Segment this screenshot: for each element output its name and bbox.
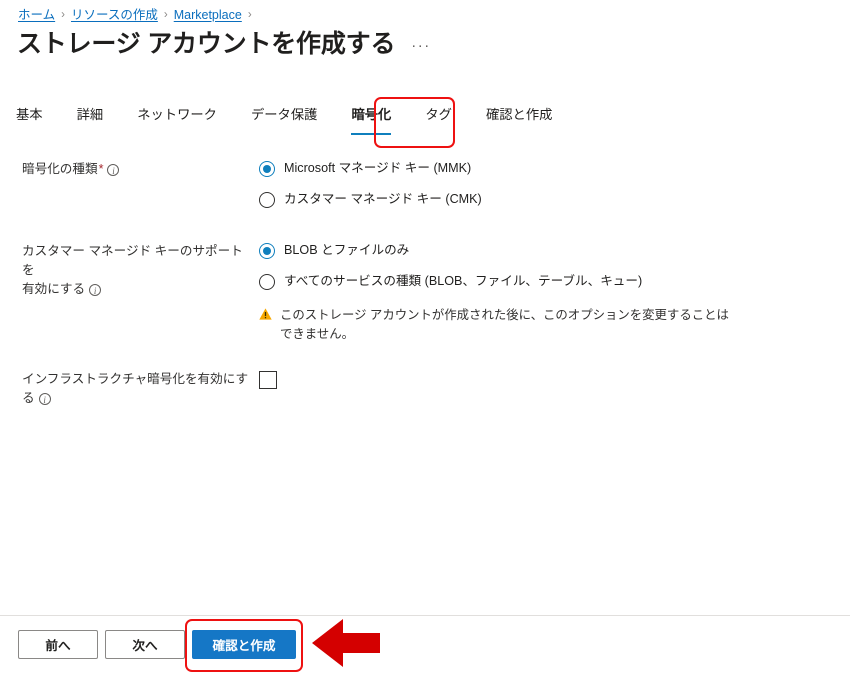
tab-advanced[interactable]: 詳細: [77, 100, 104, 128]
tab-label: 基本: [16, 107, 43, 122]
field-label-infrastructure-encryption: インフラストラクチャ暗号化を有効にす るi: [0, 370, 250, 408]
radio-customer-managed-key[interactable]: カスタマー マネージド キー (CMK): [259, 191, 850, 208]
tab-bar: 基本 詳細 ネットワーク データ保護 暗号化 タグ 確認と作成: [16, 100, 552, 140]
tab-label: データ保護: [250, 107, 318, 122]
required-asterisk: *: [98, 162, 104, 176]
field-infrastructure-encryption: インフラストラクチャ暗号化を有効にす るi: [0, 370, 850, 408]
footer-action-bar: 前へ 次へ 確認と作成: [0, 616, 850, 676]
radio-group-encryption-type: Microsoft マネージド キー (MMK) カスタマー マネージド キー …: [250, 160, 850, 208]
tab-label: タグ: [425, 107, 452, 122]
previous-button[interactable]: 前へ: [18, 630, 98, 659]
radio-mark: [259, 242, 275, 259]
breadcrumb-separator: ›: [163, 9, 168, 21]
checkbox-container-infrastructure-encryption: [250, 370, 850, 389]
field-cmk-support: カスタマー マネージド キーのサポートを 有効にする i BLOB とファイルのみ…: [0, 242, 850, 344]
radio-mark: [259, 191, 275, 208]
radio-mark: [259, 160, 275, 177]
label-text-line2: る: [22, 391, 35, 405]
encryption-form: 暗号化の種類* i Microsoft マネージド キー (MMK) カスタマー …: [0, 160, 850, 408]
radio-label: Microsoft マネージド キー (MMK): [284, 161, 472, 175]
info-icon[interactable]: i: [107, 164, 120, 176]
radio-label: BLOB とファイルのみ: [284, 243, 410, 257]
field-label-encryption-type: 暗号化の種類* i: [0, 160, 250, 179]
radio-all-service-types[interactable]: すべてのサービスの種類 (BLOB、ファイル、テーブル、キュー): [259, 273, 850, 290]
page-title-row: ストレージ アカウントを作成する ···: [17, 28, 431, 60]
tab-networking[interactable]: ネットワーク: [137, 100, 217, 128]
radio-blobs-and-files-only[interactable]: BLOB とファイルのみ: [259, 242, 850, 259]
tab-label: 確認と作成: [485, 107, 553, 122]
info-icon[interactable]: i: [89, 284, 102, 296]
more-options-icon[interactable]: ···: [411, 37, 431, 60]
breadcrumb: ホーム › リソースの作成 › Marketplace ›: [18, 7, 258, 23]
next-button[interactable]: 次へ: [105, 630, 185, 659]
breadcrumb-item-home[interactable]: ホーム: [18, 7, 55, 23]
warning-triangle-icon: [259, 308, 272, 320]
tab-label: ネットワーク: [137, 107, 217, 122]
tab-encryption[interactable]: 暗号化: [351, 100, 392, 135]
breadcrumb-item-create-resource[interactable]: リソースの作成: [71, 7, 158, 23]
warning-text: このストレージ アカウントが作成された後に、このオプションを変更することはできま…: [280, 308, 729, 341]
tab-label: 暗号化: [351, 107, 392, 122]
breadcrumb-item-marketplace[interactable]: Marketplace: [174, 7, 242, 23]
checkbox-infrastructure-encryption[interactable]: [259, 371, 277, 389]
radio-group-cmk-support: BLOB とファイルのみ すべてのサービスの種類 (BLOB、ファイル、テーブル…: [250, 242, 850, 344]
tab-tags[interactable]: タグ: [425, 100, 452, 128]
radio-label: カスタマー マネージド キー (CMK): [284, 192, 482, 206]
label-text-line1: インフラストラクチャ暗号化を有効にす: [22, 372, 249, 386]
label-text: 暗号化の種類: [22, 162, 98, 176]
radio-microsoft-managed-key[interactable]: Microsoft マネージド キー (MMK): [259, 160, 850, 177]
page-title: ストレージ アカウントを作成する: [17, 30, 396, 58]
tab-review-create[interactable]: 確認と作成: [486, 100, 552, 128]
info-icon[interactable]: i: [38, 393, 51, 405]
warning-message: このストレージ アカウントが作成された後に、このオプションを変更することはできま…: [259, 306, 737, 344]
tab-label: 詳細: [76, 107, 104, 122]
radio-mark: [259, 273, 275, 290]
breadcrumb-separator: ›: [61, 9, 65, 21]
label-text-line1: カスタマー マネージド キーのサポートを: [22, 244, 243, 277]
review-and-create-button[interactable]: 確認と作成: [192, 630, 296, 659]
breadcrumb-separator: ›: [247, 9, 252, 21]
radio-label: すべてのサービスの種類 (BLOB、ファイル、テーブル、キュー): [284, 274, 643, 288]
field-label-cmk-support: カスタマー マネージド キーのサポートを 有効にする i: [0, 242, 250, 299]
tab-data-protection[interactable]: データ保護: [251, 100, 317, 128]
label-text-line2: 有効にする: [22, 282, 86, 296]
field-encryption-type: 暗号化の種類* i Microsoft マネージド キー (MMK) カスタマー …: [0, 160, 850, 208]
tab-basics[interactable]: 基本: [16, 100, 43, 128]
